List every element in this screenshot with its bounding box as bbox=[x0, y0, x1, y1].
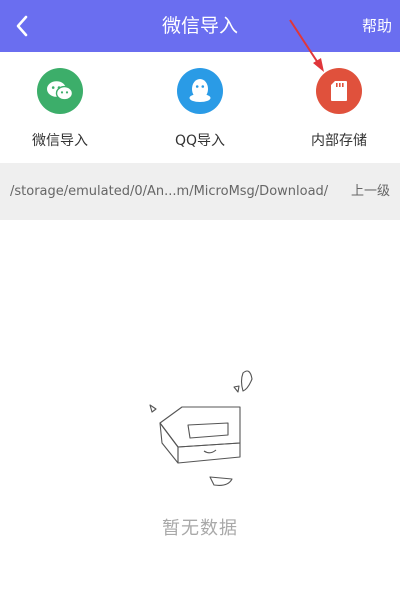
current-path: /storage/emulated/0/An...m/MicroMsg/Down… bbox=[10, 184, 329, 199]
sd-card-icon bbox=[316, 68, 362, 114]
parent-folder-button[interactable]: 上一级 bbox=[351, 163, 390, 220]
current-path-bar: /storage/emulated/0/An...m/MicroMsg/Down… bbox=[0, 163, 400, 220]
source-internal-storage[interactable]: 内部存储 bbox=[279, 68, 399, 158]
empty-box-illustration bbox=[149, 370, 253, 486]
source-qq-import[interactable]: QQ导入 bbox=[140, 68, 260, 158]
page-title: 微信导入 bbox=[161, 15, 238, 37]
help-button[interactable]: 帮助 bbox=[362, 0, 392, 52]
wechat-icon bbox=[37, 68, 83, 114]
top-app-bar: 微信导入 帮助 bbox=[0, 0, 400, 52]
source-label: 内部存储 bbox=[311, 133, 367, 149]
source-label: 微信导入 bbox=[32, 133, 88, 149]
import-source-list: 微信导入 QQ导入 内部存储 bbox=[0, 52, 400, 162]
source-wechat-import[interactable]: 微信导入 bbox=[0, 68, 120, 158]
source-label: QQ导入 bbox=[174, 133, 226, 149]
qq-icon bbox=[177, 68, 223, 114]
empty-state-message: 暂无数据 bbox=[162, 518, 238, 539]
